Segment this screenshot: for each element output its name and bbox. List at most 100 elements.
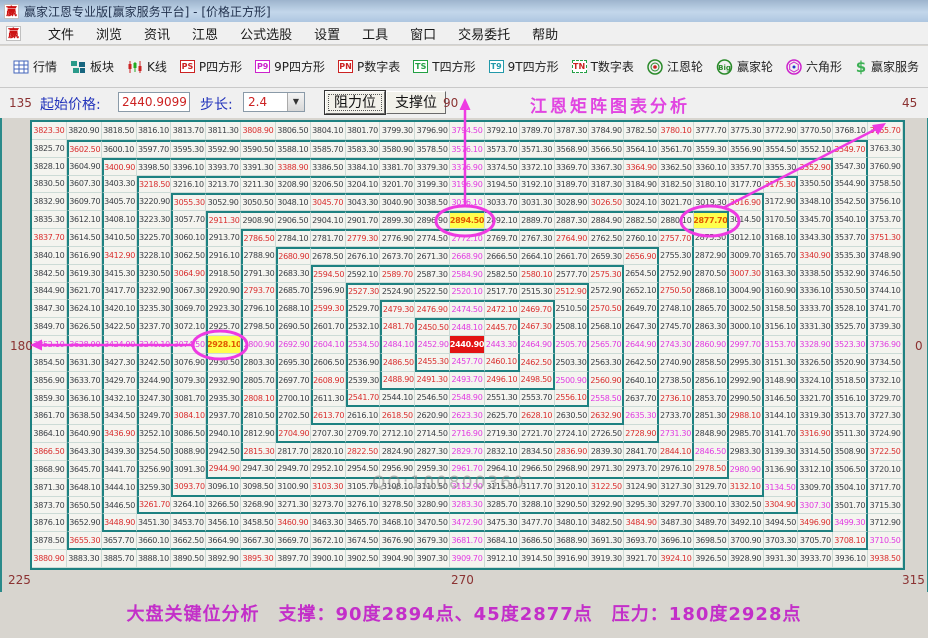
gann-cell[interactable]: 2512.90 [555,283,590,301]
gann-cell[interactable]: 3470.50 [415,514,450,532]
gann-cell[interactable]: 2868.10 [694,283,729,301]
gann-cell[interactable]: 2443.30 [485,336,520,354]
gann-cell[interactable]: 2632.90 [589,407,624,425]
gann-cell[interactable]: 3660.10 [137,532,172,550]
tool-t-table[interactable]: TN T数字表 [569,56,637,77]
gann-cell[interactable]: 3763.30 [868,140,903,158]
gann-cell[interactable]: 2880.10 [659,211,694,229]
gann-cell[interactable]: 2800.90 [241,336,276,354]
gann-cell[interactable]: 3088.90 [171,443,206,461]
gann-cell[interactable]: 3477.70 [520,514,555,532]
gann-cell[interactable]: 3520.90 [833,354,868,372]
gann-cell[interactable]: 3105.70 [346,479,381,497]
gann-cell[interactable]: 2752.90 [659,265,694,283]
gann-cell[interactable]: 3038.50 [415,193,450,211]
gann-cell[interactable]: 3501.70 [833,497,868,515]
gann-cell[interactable]: 2599.30 [311,300,346,318]
gann-cell[interactable]: 3873.70 [32,497,67,515]
gann-cell[interactable]: 2812.90 [241,425,276,443]
gann-cell[interactable]: 2762.50 [589,229,624,247]
menu-item-browse[interactable]: 浏览 [96,24,122,43]
gann-cell[interactable]: 3532.90 [833,265,868,283]
gann-cell[interactable]: 2700.10 [276,390,311,408]
gann-cell[interactable]: 3028.90 [555,193,590,211]
gann-cell[interactable]: 2664.10 [520,247,555,265]
gann-cell[interactable]: 3115.30 [485,479,520,497]
gann-cell[interactable]: 3496.90 [798,514,833,532]
gann-key-cell[interactable]: 2894.50 [450,211,485,229]
gann-cell[interactable]: 2788.90 [241,247,276,265]
gann-cell[interactable]: 2947.30 [241,461,276,479]
gann-cell[interactable]: 3396.10 [171,158,206,176]
menu-item-help[interactable]: 帮助 [532,24,558,43]
gann-cell[interactable]: 3916.90 [555,550,590,568]
gann-cell[interactable]: 3333.70 [798,300,833,318]
gann-cell[interactable]: 2676.10 [346,247,381,265]
gann-cell[interactable]: 3259.30 [137,479,172,497]
gann-cell[interactable]: 2853.70 [694,390,729,408]
gann-cell[interactable]: 3400.90 [102,158,137,176]
gann-cell[interactable]: 2522.50 [415,283,450,301]
gann-cell[interactable]: 3223.30 [137,211,172,229]
gann-cell[interactable]: 3422.50 [102,318,137,336]
gann-cell[interactable]: 3717.70 [868,479,903,497]
gann-cell[interactable]: 3621.70 [67,283,102,301]
gann-cell[interactable]: 3091.30 [171,461,206,479]
gann-cell[interactable]: 3655.30 [67,532,102,550]
gann-key-cell[interactable]: 2928.10 [206,336,241,354]
gann-cell[interactable]: 2570.50 [589,300,624,318]
tool-kline[interactable]: K线 [124,56,170,77]
tool-p-square[interactable]: PS P四方形 [177,56,245,77]
gann-cell[interactable]: 2712.10 [380,425,415,443]
gann-cell[interactable]: 2685.70 [276,283,311,301]
gann-cell[interactable]: 3662.50 [171,532,206,550]
gann-cell[interactable]: 3338.50 [798,265,833,283]
gann-cell[interactable]: 3775.30 [729,122,764,140]
gann-cell[interactable]: 3614.50 [67,229,102,247]
gann-cell[interactable]: 3739.30 [868,318,903,336]
gann-cell[interactable]: 2971.30 [589,461,624,479]
gann-cell[interactable]: 2719.30 [485,425,520,443]
gann-cell[interactable]: 2745.70 [659,318,694,336]
gann-cell[interactable]: 2476.90 [415,300,450,318]
gann-cell[interactable]: 2889.70 [520,211,555,229]
gann-cell[interactable]: 2491.30 [415,372,450,390]
gann-cell[interactable]: 3518.50 [833,372,868,390]
gann-cell[interactable]: 2961.70 [450,461,485,479]
gann-cell[interactable]: 2976.10 [659,461,694,479]
gann-cell[interactable]: 3554.50 [764,140,799,158]
gann-cell[interactable]: 3427.30 [102,354,137,372]
chevron-down-icon[interactable]: ▼ [287,93,304,111]
gann-cell[interactable]: 3458.50 [241,514,276,532]
gann-cell[interactable]: 3734.50 [868,354,903,372]
gann-cell[interactable]: 3295.30 [624,497,659,515]
gann-cell[interactable]: 2724.10 [555,425,590,443]
gann-cell[interactable]: 2733.70 [659,407,694,425]
gann-cell[interactable]: 3448.90 [102,514,137,532]
gann-cell[interactable]: 3919.30 [589,550,624,568]
gann-cell[interactable]: 3633.70 [67,372,102,390]
gann-cell[interactable]: 3292.90 [589,497,624,515]
gann-cell[interactable]: 3350.50 [798,176,833,194]
gann-cell[interactable]: 2959.30 [415,461,450,479]
gann-cell[interactable]: 3535.30 [833,247,868,265]
gann-cell[interactable]: 3304.90 [764,497,799,515]
gann-cell[interactable]: 3280.90 [415,497,450,515]
gann-cell[interactable]: 3412.90 [102,247,137,265]
gann-cell[interactable]: 3122.50 [589,479,624,497]
gann-cell[interactable]: 3669.70 [276,532,311,550]
gann-cell[interactable]: 3602.50 [67,140,102,158]
gann-cell[interactable]: 2647.30 [624,318,659,336]
gann-cell[interactable]: 3213.70 [206,176,241,194]
gann-cell[interactable]: 3619.30 [67,265,102,283]
gann-cell[interactable]: 3076.90 [171,354,206,372]
gann-cell[interactable]: 3384.10 [346,158,381,176]
gann-cell[interactable]: 3033.70 [485,193,520,211]
gann-cell[interactable]: 3768.10 [833,122,868,140]
gann-cell[interactable]: 2887.30 [555,211,590,229]
gann-cell[interactable]: 3379.30 [415,158,450,176]
gann-cell[interactable]: 2563.30 [589,354,624,372]
gann-cell[interactable]: 3364.90 [624,158,659,176]
gann-cell[interactable]: 3710.50 [868,532,903,550]
gann-cell[interactable]: 3537.70 [833,229,868,247]
